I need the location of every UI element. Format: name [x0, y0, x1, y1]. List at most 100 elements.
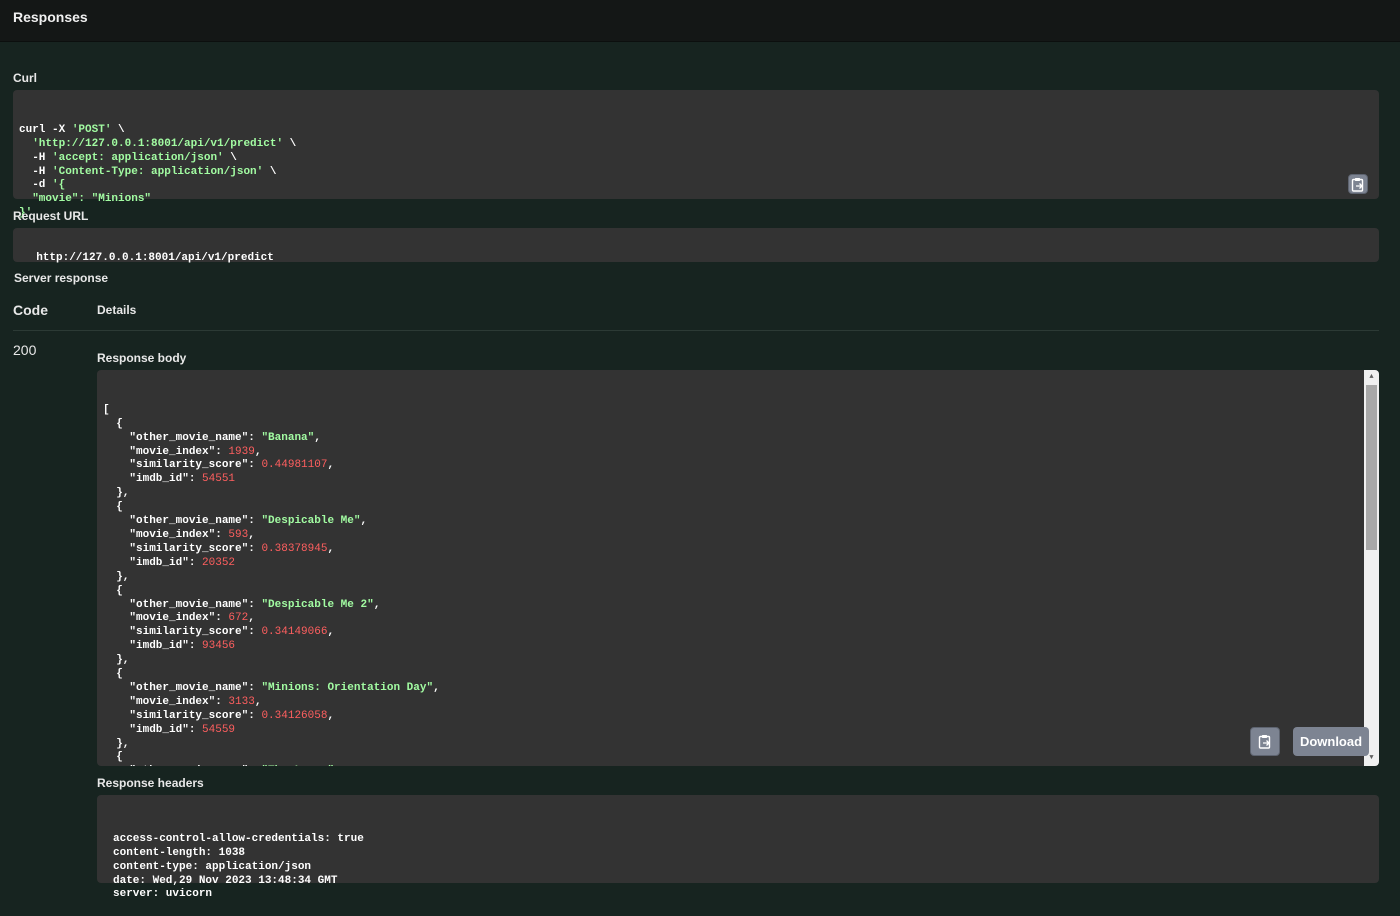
response-header-text: server: uvicorn [113, 888, 213, 901]
json-comma: , [248, 528, 255, 541]
json-string-value: Despicable Me 2 [268, 598, 368, 611]
json-number-value: 54559 [202, 723, 236, 736]
json-line: "other_movie_name": "Despicable Me 2", [103, 599, 1373, 613]
json-comma: , [334, 765, 341, 766]
json-comma: , [327, 542, 335, 555]
response-body-label: Response body [97, 351, 187, 365]
response-header-line: server: uvicorn [113, 888, 1363, 902]
response-headers-list: access-control-allow-credentials: true co… [113, 833, 1363, 903]
json-line: "imdb_id": 93456 [103, 640, 1373, 654]
json-line: "imdb_id": 54559 [103, 724, 1373, 738]
json-line: "similarity_score": 0.38378945, [103, 543, 1373, 557]
json-comma: , [327, 459, 335, 472]
curl-token: -H [19, 165, 53, 178]
curl-token: \ [263, 165, 277, 178]
json-line: { [103, 668, 1373, 682]
json-comma: , [327, 709, 335, 722]
json-key: "movie_index": [103, 695, 229, 708]
response-headers-box[interactable]: access-control-allow-credentials: true co… [97, 795, 1379, 900]
json-comma: , [254, 695, 262, 708]
table-divider [13, 330, 1379, 331]
json-brace: { [103, 668, 123, 681]
copy-curl-button[interactable] [1348, 174, 1368, 194]
clipboard-copy-icon [1351, 177, 1364, 192]
json-line: "similarity_score": 0.34126058, [103, 710, 1373, 724]
json-line: [ [103, 404, 1373, 418]
json-number-value: 0.34126058 [261, 709, 328, 722]
scrollbar-thumb[interactable] [1366, 385, 1377, 550]
json-line: "other_movie_name": "The Lorax", [103, 765, 1373, 766]
json-comma: , [327, 626, 335, 639]
json-number-value: 0.34149066 [261, 626, 328, 639]
download-button[interactable]: Download [1293, 727, 1369, 756]
json-number-value: 672 [228, 612, 249, 625]
json-quote: " [367, 598, 374, 611]
response-headers-label: Response headers [97, 776, 204, 790]
json-line: "movie_index": 1939, [103, 446, 1373, 460]
details-column-header: Details [97, 303, 137, 317]
curl-line: 'http://127.0.0.1:8001/api/v1/predict' \ [19, 138, 1373, 152]
json-brace: }, [103, 654, 130, 667]
json-line: { [103, 501, 1373, 515]
copy-response-button[interactable] [1250, 727, 1280, 756]
json-key: "other_movie_name": [103, 515, 262, 528]
responses-header: Responses [0, 0, 1400, 42]
curl-token: 'POST' [71, 123, 112, 136]
json-number-value: 54551 [202, 473, 236, 486]
json-string-value: Despicable Me [268, 515, 354, 528]
server-response-label: Server response [14, 271, 109, 285]
json-line: "movie_index": 3133, [103, 696, 1373, 710]
json-line: "similarity_score": 0.44981107, [103, 459, 1373, 473]
curl-token: -d [19, 179, 53, 192]
response-header-text: content-type: application/json [113, 860, 312, 873]
response-body-box[interactable]: [ { "other_movie_name": "Banana", "movie… [97, 370, 1379, 766]
curl-label: Curl [13, 71, 37, 85]
json-comma: , [360, 515, 368, 528]
curl-token: \ [283, 137, 297, 150]
json-key: "imdb_id": [103, 556, 203, 569]
response-header-line: date: Wed,29 Nov 2023 13:48:34 GMT [113, 875, 1363, 889]
response-code: 200 [13, 342, 37, 358]
curl-token: 'Content-Type: application/json' [52, 165, 264, 178]
response-header-text: date: Wed,29 Nov 2023 13:48:34 GMT [113, 874, 338, 887]
curl-token: 'accept: application/json' [52, 151, 224, 164]
json-line: }, [103, 487, 1373, 501]
request-url-box[interactable]: http://127.0.0.1:8001/api/v1/predict [13, 228, 1379, 264]
json-comma: , [248, 612, 255, 625]
json-number-value: 3133 [228, 695, 255, 708]
response-body-scrollbar[interactable]: ▲ ▼ [1364, 370, 1379, 766]
json-brace: }, [103, 570, 130, 583]
json-key: "similarity_score": [103, 542, 262, 555]
response-header-text: content-length: 1038 [113, 846, 246, 859]
json-number-value: 0.44981107 [261, 459, 328, 472]
curl-token: "movie": "Minions" [19, 193, 152, 206]
json-comma: , [433, 681, 440, 694]
json-key: "similarity_score": [103, 709, 262, 722]
json-line: "other_movie_name": "Minions: Orientatio… [103, 682, 1373, 696]
curl-code-block[interactable]: curl -X 'POST' \ 'http://127.0.0.1:8001/… [13, 90, 1379, 219]
json-line: "imdb_id": 20352 [103, 557, 1373, 571]
curl-token: \ [111, 123, 125, 136]
json-brace: { [103, 751, 123, 764]
json-line: "imdb_id": 54551 [103, 473, 1373, 487]
json-line: }, [103, 571, 1373, 585]
response-body-json: [ { "other_movie_name": "Banana", "movie… [97, 398, 1379, 766]
curl-token: -H [19, 151, 53, 164]
json-key: "other_movie_name": [103, 431, 262, 444]
json-line: "movie_index": 593, [103, 529, 1373, 543]
json-string-value: The Lorax [268, 765, 327, 766]
response-header-line: content-length: 1038 [113, 847, 1363, 861]
json-line: }, [103, 738, 1373, 752]
curl-line: }' [19, 207, 1373, 221]
curl-line: -H 'Content-Type: application/json' \ [19, 166, 1373, 180]
json-brace: { [103, 501, 123, 514]
json-line: "other_movie_name": "Banana", [103, 432, 1373, 446]
scroll-up-icon[interactable]: ▲ [1364, 371, 1379, 384]
json-comma: , [373, 598, 381, 611]
json-key: "imdb_id": [103, 723, 203, 736]
json-line: "other_movie_name": "Despicable Me", [103, 515, 1373, 529]
curl-token: \ [223, 151, 237, 164]
json-brace: { [103, 584, 123, 597]
curl-line: -d '{ [19, 179, 1373, 193]
response-header-line: content-type: application/json [113, 861, 1363, 875]
